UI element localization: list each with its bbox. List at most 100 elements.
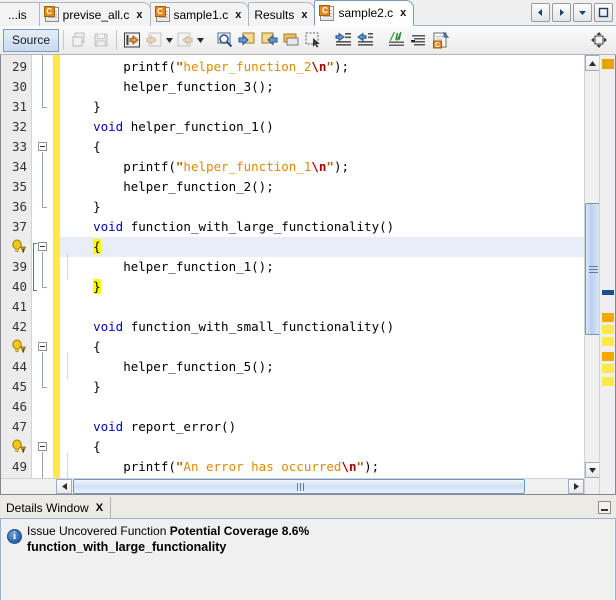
code-line[interactable]: helper_function_5(); bbox=[60, 357, 599, 377]
scroll-right-button[interactable] bbox=[568, 479, 584, 494]
code-line[interactable]: } bbox=[60, 277, 599, 297]
scroll-down-button[interactable] bbox=[585, 462, 600, 478]
fold-range-end bbox=[42, 107, 47, 108]
issue-overview-marker-bar[interactable] bbox=[599, 55, 615, 494]
comment-icon[interactable]: // bbox=[386, 29, 408, 51]
tab-maximize-button[interactable] bbox=[594, 3, 613, 22]
line-number: 35 bbox=[11, 179, 27, 194]
code-line[interactable] bbox=[60, 297, 599, 317]
editor-tab-sample1-c[interactable]: sample1.c x bbox=[149, 2, 250, 26]
fold-collapse-box[interactable] bbox=[38, 142, 47, 151]
left-triangle-icon bbox=[538, 9, 542, 16]
code-line[interactable]: void function_with_large_functionality() bbox=[60, 217, 599, 237]
selected-block-bracket-end bbox=[33, 290, 37, 291]
code-line[interactable]: helper_function_3(); bbox=[60, 77, 599, 97]
close-icon[interactable]: x bbox=[135, 9, 143, 21]
copy-icon[interactable] bbox=[68, 29, 90, 51]
save-icon[interactable] bbox=[90, 29, 112, 51]
code-line[interactable]: } bbox=[60, 377, 599, 397]
code-line-text: helper_function_3(); bbox=[63, 79, 274, 94]
outdent-icon[interactable] bbox=[333, 29, 355, 51]
find-icon[interactable] bbox=[214, 29, 236, 51]
next-match-icon[interactable] bbox=[258, 29, 280, 51]
issue-summary-line: Issue Uncovered Function Potential Cover… bbox=[27, 524, 309, 538]
editor-tab--is[interactable]: ...is bbox=[0, 2, 40, 26]
scroll-left-button[interactable] bbox=[56, 479, 72, 494]
code-line[interactable]: } bbox=[60, 97, 599, 117]
overview-marker[interactable] bbox=[602, 377, 614, 386]
tab-list-dropdown-button[interactable] bbox=[573, 3, 592, 22]
back-history-icon[interactable] bbox=[143, 29, 165, 51]
code-line[interactable]: helper_function_2(); bbox=[60, 177, 599, 197]
overview-marker[interactable] bbox=[602, 352, 614, 361]
fold-collapse-box[interactable] bbox=[38, 242, 47, 251]
code-line-text: } bbox=[93, 279, 101, 294]
forward-history-dropdown-icon[interactable] bbox=[196, 29, 205, 51]
scroll-up-button[interactable] bbox=[585, 55, 600, 71]
overview-marker[interactable] bbox=[602, 290, 614, 295]
maximize-pane-icon[interactable] bbox=[588, 29, 610, 51]
editor-tab-sample2-c[interactable]: sample2.c x bbox=[314, 0, 415, 26]
select-block-icon[interactable] bbox=[302, 29, 324, 51]
code-line[interactable]: { bbox=[60, 237, 599, 257]
svg-text:C: C bbox=[435, 42, 440, 49]
editor-tab-results[interactable]: Results x bbox=[248, 2, 316, 26]
overview-marker[interactable] bbox=[602, 313, 614, 322]
fold-range-end bbox=[42, 287, 47, 288]
indent-icon[interactable] bbox=[355, 29, 377, 51]
source-code-editor[interactable]: 2930313233343536373940414244454647495051… bbox=[0, 55, 616, 495]
code-line[interactable]: { bbox=[60, 337, 599, 357]
overview-marker[interactable] bbox=[602, 337, 614, 346]
fold-collapse-box[interactable] bbox=[38, 442, 47, 451]
code-line-text: } bbox=[63, 379, 101, 394]
code-line-text: } bbox=[63, 199, 101, 214]
code-line[interactable]: printf("An error has occurred\n"); bbox=[60, 457, 599, 477]
code-line[interactable]: printf("helper_function_2\n"); bbox=[60, 57, 599, 77]
previous-match-icon[interactable] bbox=[236, 29, 258, 51]
back-history-dropdown-icon[interactable] bbox=[165, 29, 174, 51]
compile-file-icon[interactable]: C bbox=[430, 29, 452, 51]
forward-history-icon[interactable] bbox=[174, 29, 196, 51]
code-line[interactable]: printf("helper_function_1\n"); bbox=[60, 157, 599, 177]
code-line[interactable]: void function_with_small_functionality() bbox=[60, 317, 599, 337]
code-line[interactable] bbox=[60, 397, 599, 417]
editor-vertical-scrollbar[interactable] bbox=[584, 55, 600, 494]
close-icon[interactable]: x bbox=[234, 9, 242, 21]
issue-metric-label: Potential Coverage bbox=[169, 524, 279, 538]
overview-marker[interactable] bbox=[602, 59, 614, 69]
code-line[interactable]: { bbox=[60, 137, 599, 157]
uncovered-function-warning-icon[interactable] bbox=[11, 439, 26, 455]
tab-details-window[interactable]: Details Window X bbox=[0, 497, 112, 518]
fold-range-line bbox=[42, 152, 43, 207]
horizontal-scroll-thumb[interactable] bbox=[73, 479, 525, 494]
fold-range-end bbox=[42, 387, 47, 388]
line-number: 42 bbox=[11, 319, 27, 334]
vertical-scroll-thumb[interactable] bbox=[585, 203, 600, 335]
overview-marker[interactable] bbox=[602, 364, 614, 373]
code-line[interactable]: void report_error() bbox=[60, 417, 599, 437]
uncovered-function-warning-icon[interactable] bbox=[11, 339, 26, 355]
code-line[interactable]: helper_function_1(); bbox=[60, 257, 599, 277]
collapse-all-icon[interactable] bbox=[408, 29, 430, 51]
uncovered-function-warning-icon[interactable] bbox=[11, 239, 26, 255]
editor-horizontal-scrollbar[interactable] bbox=[1, 478, 584, 494]
close-icon[interactable]: x bbox=[300, 9, 308, 21]
code-text-area[interactable]: printf("helper_function_2\n"); helper_fu… bbox=[60, 55, 599, 494]
close-icon[interactable]: x bbox=[399, 7, 407, 19]
editor-tab-previse-all-c[interactable]: previse_all.c x bbox=[38, 2, 151, 26]
tab-scroll-left-button[interactable] bbox=[531, 3, 550, 22]
highlight-all-icon[interactable] bbox=[280, 29, 302, 51]
code-line[interactable]: void helper_function_1() bbox=[60, 117, 599, 137]
details-minimize-button[interactable] bbox=[598, 501, 611, 514]
fold-collapse-box[interactable] bbox=[38, 342, 47, 351]
c-file-icon bbox=[154, 6, 170, 22]
overview-marker[interactable] bbox=[602, 325, 614, 334]
code-line[interactable]: { bbox=[60, 437, 599, 457]
code-folding-gutter[interactable] bbox=[33, 55, 53, 494]
source-view-button[interactable]: Source bbox=[3, 28, 59, 52]
editor-tab-label: previse_all.c bbox=[62, 7, 130, 22]
close-icon[interactable]: X bbox=[96, 502, 103, 514]
tab-scroll-right-button[interactable] bbox=[552, 3, 571, 22]
code-line[interactable]: } bbox=[60, 197, 599, 217]
goto-definition-icon[interactable] bbox=[121, 29, 143, 51]
